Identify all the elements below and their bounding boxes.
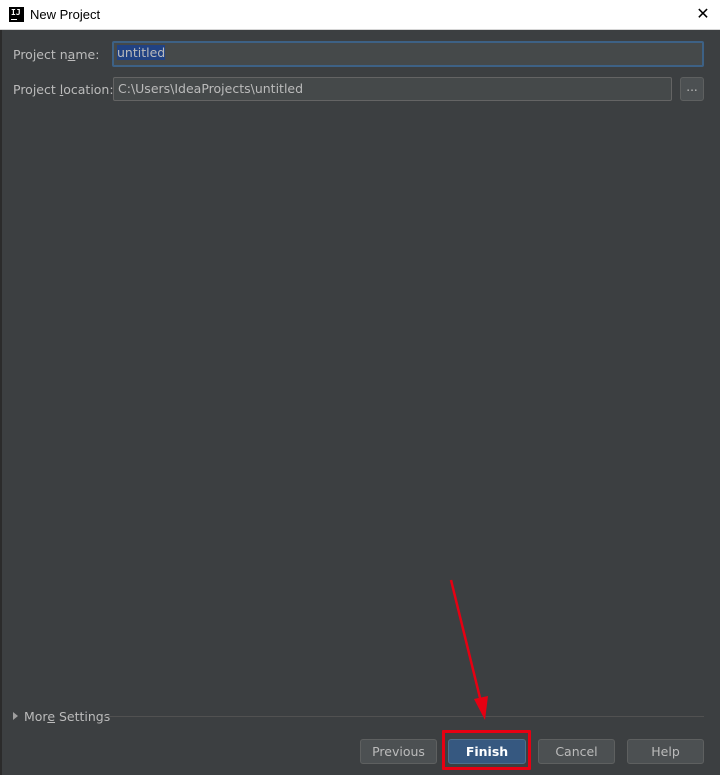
arrow-annotation-icon — [449, 579, 488, 720]
